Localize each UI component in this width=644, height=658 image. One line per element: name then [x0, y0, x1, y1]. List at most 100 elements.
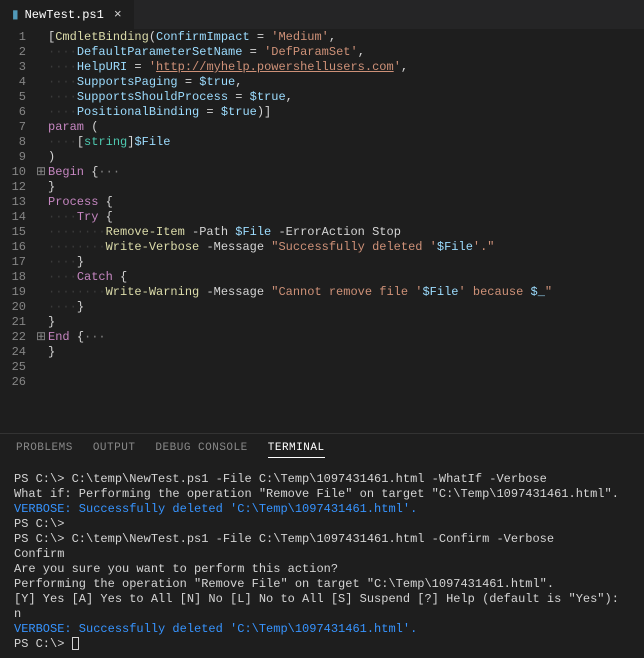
file-tab[interactable]: ▮ NewTest.ps1 × — [0, 0, 134, 29]
code-content[interactable]: ····PositionalBinding = $true)] — [48, 105, 644, 120]
code-content[interactable]: } — [48, 315, 644, 330]
terminal-line: What if: Performing the operation "Remov… — [14, 487, 630, 502]
line-number: 8 — [0, 135, 34, 150]
tab-terminal[interactable]: TERMINAL — [268, 442, 325, 458]
terminal[interactable]: PS C:\> C:\temp\NewTest.ps1 -File C:\Tem… — [0, 466, 644, 658]
line-number: 20 — [0, 300, 34, 315]
code-line[interactable]: 20 ····} — [0, 300, 644, 315]
code-content[interactable]: } — [48, 180, 644, 195]
terminal-line: Performing the operation "Remove File" o… — [14, 577, 630, 592]
tab-output[interactable]: OUTPUT — [93, 442, 136, 458]
code-line[interactable]: 17 ····} — [0, 255, 644, 270]
fold-gutter — [34, 300, 48, 315]
code-line[interactable]: 6 ····PositionalBinding = $true)] — [0, 105, 644, 120]
code-content[interactable]: ········Write-Verbose -Message "Successf… — [48, 240, 644, 255]
line-number: 2 — [0, 45, 34, 60]
tab-filename: NewTest.ps1 — [25, 8, 104, 22]
terminal-line: Confirm — [14, 547, 630, 562]
line-number: 14 — [0, 210, 34, 225]
line-number: 6 — [0, 105, 34, 120]
fold-gutter — [34, 90, 48, 105]
code-content[interactable]: ····SupportsPaging = $true, — [48, 75, 644, 90]
code-content[interactable]: ····DefaultParameterSetName = 'DefParamS… — [48, 45, 644, 60]
code-content[interactable]: Process { — [48, 195, 644, 210]
code-line[interactable]: 19········Write-Warning -Message "Cannot… — [0, 285, 644, 300]
code-content[interactable]: [CmdletBinding(ConfirmImpact = 'Medium', — [48, 30, 644, 45]
code-line[interactable]: 14 ····Try { — [0, 210, 644, 225]
code-content[interactable]: ) — [48, 150, 644, 165]
code-line[interactable]: 22⊞End {··· — [0, 330, 644, 345]
code-content[interactable]: ····} — [48, 300, 644, 315]
fold-gutter — [34, 315, 48, 330]
powershell-file-icon: ▮ — [12, 7, 19, 22]
fold-gutter — [34, 240, 48, 255]
terminal-cursor — [72, 637, 79, 650]
code-line[interactable]: 9) — [0, 150, 644, 165]
line-number: 9 — [0, 150, 34, 165]
code-line[interactable]: 7 param ( — [0, 120, 644, 135]
code-line[interactable]: 13Process { — [0, 195, 644, 210]
code-line[interactable]: 5 ····SupportsShouldProcess = $true, — [0, 90, 644, 105]
line-number: 17 — [0, 255, 34, 270]
code-line[interactable]: 3····HelpURI = 'http://myhelp.powershell… — [0, 60, 644, 75]
code-line[interactable]: 24} — [0, 345, 644, 360]
code-content[interactable]: ····HelpURI = 'http://myhelp.powershellu… — [48, 60, 644, 75]
code-content[interactable]: ····Try { — [48, 210, 644, 225]
fold-gutter — [34, 225, 48, 240]
fold-gutter — [34, 285, 48, 300]
code-line[interactable]: 4 ····SupportsPaging = $true, — [0, 75, 644, 90]
line-number: 21 — [0, 315, 34, 330]
code-content[interactable]: ····[string]$File — [48, 135, 644, 150]
tab-bar: ▮ NewTest.ps1 × — [0, 0, 644, 30]
code-content[interactable]: ····SupportsShouldProcess = $true, — [48, 90, 644, 105]
close-icon[interactable]: × — [114, 7, 122, 22]
fold-gutter[interactable]: ⊞ — [34, 330, 48, 345]
fold-gutter — [34, 255, 48, 270]
fold-gutter — [34, 60, 48, 75]
code-content[interactable]: ········Write-Warning -Message "Cannot r… — [48, 285, 644, 300]
line-number: 24 — [0, 345, 34, 360]
fold-gutter — [34, 360, 48, 375]
line-number: 4 — [0, 75, 34, 90]
code-content[interactable]: Begin {··· — [48, 165, 644, 180]
tab-debug-console[interactable]: DEBUG CONSOLE — [155, 442, 247, 458]
terminal-line: VERBOSE: Successfully deleted 'C:\Temp\1… — [14, 502, 630, 517]
fold-gutter — [34, 105, 48, 120]
line-number: 10 — [0, 165, 34, 180]
fold-gutter — [34, 210, 48, 225]
fold-gutter[interactable]: ⊞ — [34, 165, 48, 180]
code-line[interactable]: 16 ········Write-Verbose -Message "Succes… — [0, 240, 644, 255]
code-line[interactable]: 1 [CmdletBinding(ConfirmImpact = 'Medium'… — [0, 30, 644, 45]
line-number: 22 — [0, 330, 34, 345]
code-content[interactable]: param ( — [48, 120, 644, 135]
line-number: 1 — [0, 30, 34, 45]
fold-gutter — [34, 45, 48, 60]
code-content[interactable]: End {··· — [48, 330, 644, 345]
terminal-line: PS C:\> — [14, 517, 630, 532]
code-line[interactable]: 8 ····[string]$File — [0, 135, 644, 150]
code-content[interactable] — [48, 360, 644, 375]
line-number: 18 — [0, 270, 34, 285]
tab-problems[interactable]: PROBLEMS — [16, 442, 73, 458]
code-line[interactable]: 21} — [0, 315, 644, 330]
line-number: 7 — [0, 120, 34, 135]
code-line[interactable]: 18 ····Catch { — [0, 270, 644, 285]
code-content[interactable]: } — [48, 345, 644, 360]
code-line[interactable]: 15········Remove-Item -Path $File -Error… — [0, 225, 644, 240]
code-line[interactable]: 2 ····DefaultParameterSetName = 'DefParam… — [0, 45, 644, 60]
code-line[interactable]: 12} — [0, 180, 644, 195]
line-number: 16 — [0, 240, 34, 255]
terminal-line: PS C:\> C:\temp\NewTest.ps1 -File C:\Tem… — [14, 472, 630, 487]
code-content[interactable]: ····} — [48, 255, 644, 270]
code-line[interactable]: 25 — [0, 360, 644, 375]
line-number: 12 — [0, 180, 34, 195]
code-content[interactable]: ········Remove-Item -Path $File -ErrorAc… — [48, 225, 644, 240]
code-content[interactable]: ····Catch { — [48, 270, 644, 285]
fold-gutter — [34, 375, 48, 390]
code-editor[interactable]: 1 [CmdletBinding(ConfirmImpact = 'Medium'… — [0, 30, 644, 433]
code-content[interactable] — [48, 375, 644, 390]
line-number: 5 — [0, 90, 34, 105]
code-line[interactable]: 10⊞Begin {··· — [0, 165, 644, 180]
fold-gutter — [34, 270, 48, 285]
code-line[interactable]: 26 — [0, 375, 644, 390]
